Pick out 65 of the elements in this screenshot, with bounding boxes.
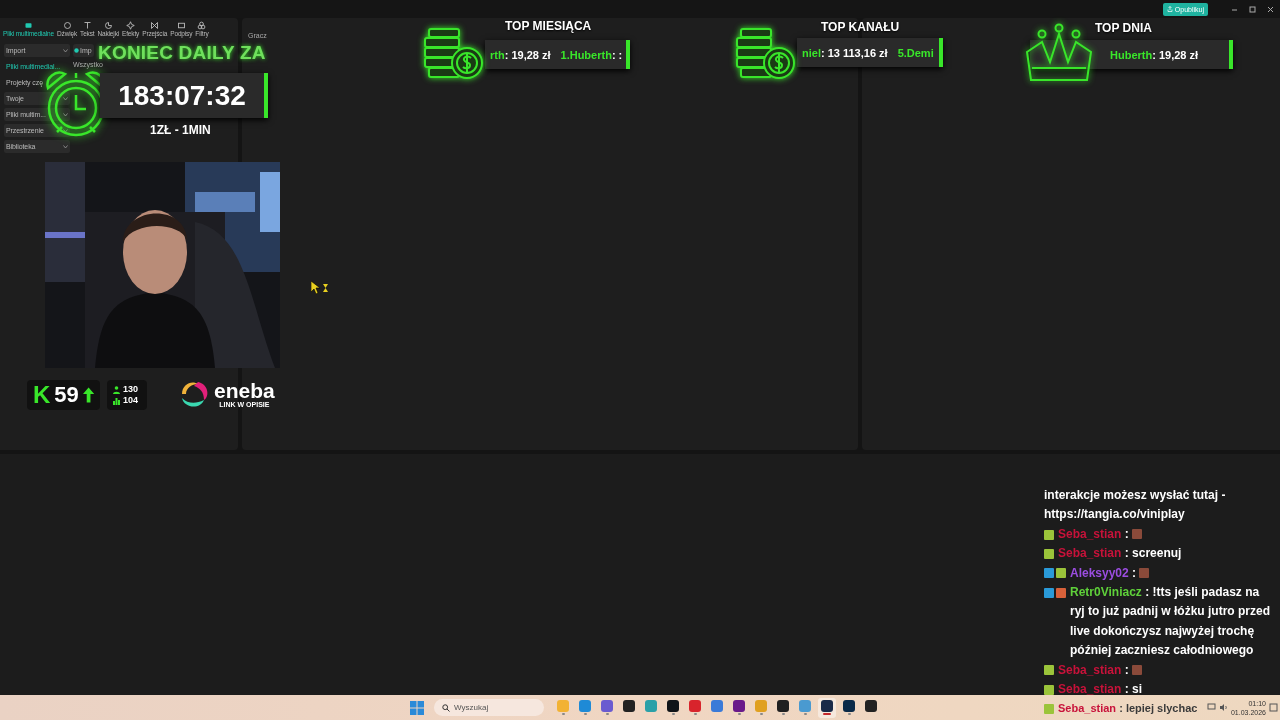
chat-message: Seba_stian : screenuj	[1058, 546, 1182, 561]
caret-icon	[63, 112, 68, 117]
chat-message: Seba_stian : si	[1058, 682, 1143, 697]
caret-icon	[63, 96, 68, 101]
search-icon	[442, 703, 450, 712]
leaderboard-title: TOP MIESIĄCA	[505, 19, 592, 33]
radio-icon	[74, 48, 79, 53]
taskbar-app-icon[interactable]	[840, 697, 858, 718]
emote-icon	[1139, 567, 1150, 578]
leaderboard-title: TOP DNIA	[1095, 21, 1152, 35]
taskbar-app-icon[interactable]	[818, 697, 836, 718]
leaderboard-entry: Huberth: 19,28 zł	[1110, 48, 1199, 61]
person-icon	[113, 385, 120, 394]
chat-message: Seba_stian :	[1058, 662, 1129, 677]
windows-start-icon[interactable]	[410, 700, 424, 715]
timer-title: KONIEC DAILY ZA	[98, 42, 266, 63]
chat-message: interakcje możesz wysłać tutaj - https://tangia.co/viniplay	[1044, 487, 1227, 524]
leaderboard-entry: rth: 19,28 zł	[490, 48, 551, 61]
leaderboard-entry: 1.Huberth: :	[560, 48, 623, 61]
chat-message: Aleksyy02 :	[1070, 565, 1137, 580]
viewer-stats: 130 104	[107, 380, 147, 410]
bar-chart-icon	[113, 396, 120, 405]
badge-icon	[1044, 529, 1054, 540]
chat-message: Seba_stian :	[1058, 526, 1129, 541]
close-icon[interactable]	[1266, 5, 1274, 13]
taskbar-app-icon[interactable]	[774, 697, 792, 718]
search-field[interactable]: Wyszukaj	[434, 699, 544, 716]
filters-icon	[197, 21, 207, 30]
taskbar-app-icon[interactable]	[664, 697, 682, 718]
captions-icon	[176, 21, 186, 30]
chat-message: Seba_stian : lepiej slychac	[1058, 702, 1198, 715]
sponsor-name: eneba	[214, 380, 275, 401]
follower-counter: K 59	[27, 380, 100, 410]
badge-icon	[1056, 587, 1066, 598]
leaderboard-title: TOP KANAŁU	[821, 20, 900, 34]
countdown-timer: 183:07:32	[100, 73, 268, 118]
leaderboard-entry: niel: 13 113,16 zł	[802, 46, 888, 59]
badge-icon	[1044, 568, 1054, 579]
transitions-icon	[150, 21, 160, 30]
badge-icon	[1044, 684, 1054, 695]
audio-icon	[62, 21, 72, 30]
leaderboard-entry: 5.Demi	[897, 46, 934, 59]
notification-icon[interactable]	[1269, 703, 1278, 712]
caret-icon	[63, 128, 68, 133]
sticker-icon	[103, 21, 113, 30]
badge-icon	[1044, 665, 1054, 676]
caret-icon	[63, 48, 68, 53]
emote-icon	[1132, 664, 1143, 675]
effects-icon	[126, 21, 136, 30]
badge-icon	[1044, 704, 1054, 715]
badge-icon	[1044, 548, 1054, 559]
badge-icon	[1044, 587, 1054, 598]
arrow-up-icon	[82, 387, 94, 403]
media-icon	[24, 21, 33, 30]
taskbar-app-icon[interactable]	[730, 697, 748, 718]
share-icon	[1166, 6, 1173, 12]
caret-icon	[63, 144, 68, 149]
speaker-icon[interactable]	[1218, 703, 1228, 712]
badge-icon	[1056, 568, 1066, 579]
cursor-icon	[311, 281, 329, 295]
emote-icon	[1132, 528, 1143, 539]
maximize-icon[interactable]	[1248, 5, 1256, 13]
rate-label: 1ZŁ - 1MIN	[150, 123, 211, 137]
chat-message: Retr0Viniacz : !tts jeśli padasz na ryj to już padnij w łóżku jutro przed live dokończysz najwyżej trochę później zaczniesz całodniowego	[1070, 585, 1270, 658]
text-icon	[82, 21, 92, 30]
